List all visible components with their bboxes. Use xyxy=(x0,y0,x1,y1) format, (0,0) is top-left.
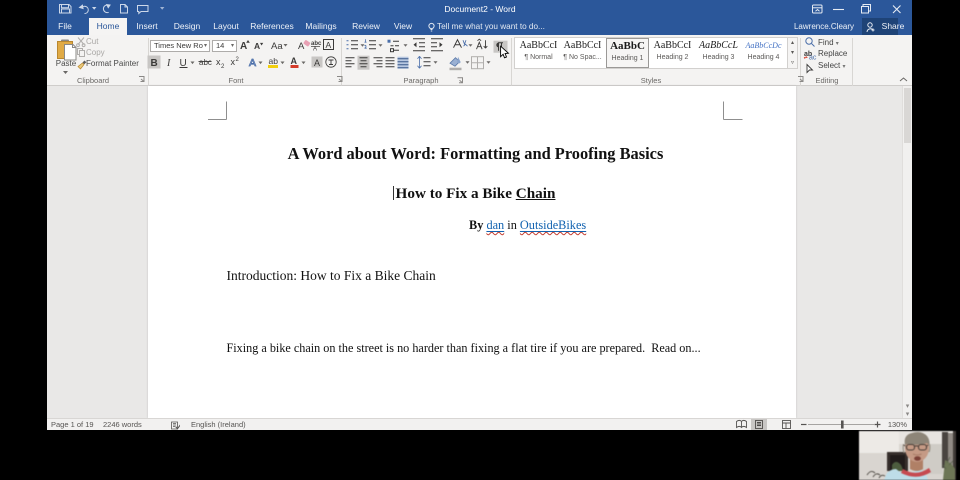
svg-text:2: 2 xyxy=(236,57,240,63)
svg-text:2: 2 xyxy=(221,64,225,70)
svg-text:ab: ab xyxy=(269,56,279,66)
svg-text:B: B xyxy=(151,58,158,69)
svg-text:A: A xyxy=(314,58,320,68)
svg-text:A: A xyxy=(254,41,260,51)
svg-text:A: A xyxy=(240,41,247,52)
svg-text:A: A xyxy=(326,40,332,50)
svg-text:A: A xyxy=(291,56,298,66)
svg-text:A: A xyxy=(313,47,317,53)
svg-text:ac: ac xyxy=(809,55,817,62)
svg-text:I: I xyxy=(166,58,171,69)
svg-text:abc: abc xyxy=(199,58,212,67)
svg-text:Aa: Aa xyxy=(271,41,283,52)
svg-text:A: A xyxy=(249,57,256,69)
